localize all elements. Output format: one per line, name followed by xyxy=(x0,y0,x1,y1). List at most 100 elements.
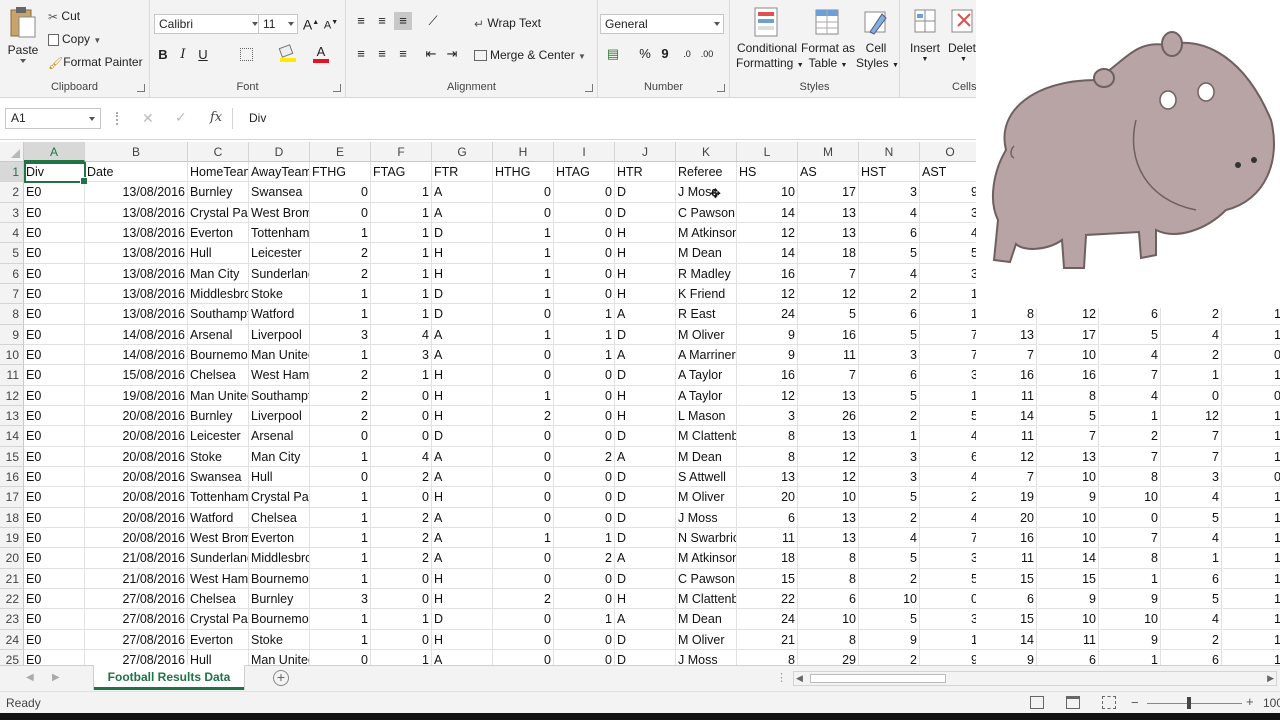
cell-extra[interactable]: 14 xyxy=(976,405,1037,427)
zoom-slider-thumb[interactable] xyxy=(1187,697,1191,709)
cell-c16[interactable]: Swansea xyxy=(188,466,249,488)
cell-d12[interactable]: Southampton xyxy=(249,385,310,406)
cell-o19[interactable]: 7 xyxy=(920,528,976,549)
cell-c25[interactable]: Hull xyxy=(188,649,249,665)
cell-m5[interactable]: 18 xyxy=(798,243,859,264)
cell-f20[interactable]: 2 xyxy=(371,548,432,569)
cell-l12[interactable]: 12 xyxy=(737,385,798,406)
cell-n2[interactable]: 3 xyxy=(859,182,920,203)
cell-f9[interactable]: 4 xyxy=(371,324,432,345)
cell-i6[interactable]: 0 xyxy=(554,263,615,284)
cell-n13[interactable]: 2 xyxy=(859,405,920,427)
cell-d22[interactable]: Burnley xyxy=(249,588,310,610)
scroll-left-icon[interactable]: ◀ xyxy=(796,673,803,684)
cell-c24[interactable]: Everton xyxy=(188,629,249,650)
cell-e22[interactable]: 3 xyxy=(310,588,371,610)
cell-extra[interactable]: 16 xyxy=(976,365,1037,386)
cell-d25[interactable]: Man United xyxy=(249,649,310,665)
cell-extra[interactable]: 13 xyxy=(976,324,1037,345)
cell-g2[interactable]: A xyxy=(432,182,493,203)
cell-e14[interactable]: 0 xyxy=(310,426,371,447)
cell-o15[interactable]: 6 xyxy=(920,447,976,467)
bold-button[interactable]: B xyxy=(154,46,172,64)
cell-b15[interactable]: 20/08/2016 xyxy=(85,446,188,467)
cell-h21[interactable]: 0 xyxy=(493,568,554,589)
cell-c19[interactable]: West Brom xyxy=(188,527,249,549)
dialog-launcher-icon[interactable] xyxy=(585,84,593,92)
cell-extra[interactable]: 1 xyxy=(1223,569,1280,589)
cell-l4[interactable]: 12 xyxy=(737,222,798,244)
cell-a12[interactable]: E0 xyxy=(24,385,85,406)
cell-a23[interactable]: E0 xyxy=(24,609,85,630)
cell-extra[interactable]: 1 xyxy=(1100,649,1161,665)
cell-i18[interactable]: 0 xyxy=(554,507,615,528)
cell-j7[interactable]: H xyxy=(615,283,676,305)
cell-b22[interactable]: 27/08/2016 xyxy=(85,588,188,610)
cell-l6[interactable]: 16 xyxy=(737,263,798,284)
zoom-in-icon[interactable]: + xyxy=(1246,694,1254,709)
column-header-k[interactable]: K xyxy=(676,142,737,162)
cell-g13[interactable]: H xyxy=(432,405,493,427)
cell-j4[interactable]: H xyxy=(615,222,676,244)
cell-extra[interactable]: 14 xyxy=(976,629,1037,650)
underline-button[interactable]: U xyxy=(194,46,212,64)
cell-d23[interactable]: Bournemouth xyxy=(249,609,310,630)
cell-i15[interactable]: 2 xyxy=(554,446,615,467)
cell-d14[interactable]: Arsenal xyxy=(249,426,310,447)
cell-l21[interactable]: 15 xyxy=(737,568,798,589)
cell-o18[interactable]: 4 xyxy=(920,508,976,528)
cell-extra[interactable]: 4 xyxy=(1100,344,1161,366)
cell-o5[interactable]: 5 xyxy=(920,243,976,264)
cell-e4[interactable]: 1 xyxy=(310,222,371,244)
cell-extra[interactable]: 7 xyxy=(1100,527,1161,549)
cell-b24[interactable]: 27/08/2016 xyxy=(85,629,188,650)
cell-a8[interactable]: E0 xyxy=(24,304,85,325)
cell-g12[interactable]: H xyxy=(432,385,493,406)
cell-n4[interactable]: 6 xyxy=(859,222,920,244)
cell-m3[interactable]: 13 xyxy=(798,202,859,223)
cell-g8[interactable]: D xyxy=(432,304,493,325)
cell-a3[interactable]: E0 xyxy=(24,202,85,223)
cell-j5[interactable]: H xyxy=(615,243,676,264)
cell-m23[interactable]: 10 xyxy=(798,609,859,630)
column-header-e[interactable]: E xyxy=(310,142,371,162)
insert-button[interactable]: Insert ▼ xyxy=(906,6,944,63)
cell-extra[interactable]: 9 xyxy=(1038,588,1099,610)
row-header-5[interactable]: 5 xyxy=(0,243,24,264)
cell-e13[interactable]: 2 xyxy=(310,405,371,427)
cell-i7[interactable]: 0 xyxy=(554,283,615,305)
cell-c3[interactable]: Crystal Palace xyxy=(188,202,249,223)
cell-i3[interactable]: 0 xyxy=(554,202,615,223)
shrink-font-icon[interactable]: A▼ xyxy=(322,14,340,32)
cell-e11[interactable]: 2 xyxy=(310,365,371,386)
cell-j20[interactable]: A xyxy=(615,548,676,569)
cell-a24[interactable]: E0 xyxy=(24,629,85,650)
add-sheet-icon[interactable]: + xyxy=(273,670,289,686)
cell-extra[interactable]: 1 xyxy=(1223,650,1280,665)
cell-extra[interactable]: 4 xyxy=(1100,385,1161,406)
cell-extra[interactable]: 8 xyxy=(1038,385,1099,406)
cell-d24[interactable]: Stoke xyxy=(249,629,310,650)
cell-k18[interactable]: J Moss xyxy=(676,507,737,528)
align-left-icon[interactable]: ≡ xyxy=(352,45,370,63)
cell-o16[interactable]: 4 xyxy=(920,467,976,488)
cell-c2[interactable]: Burnley xyxy=(188,182,249,203)
cell-d15[interactable]: Man City xyxy=(249,446,310,467)
cell-a11[interactable]: E0 xyxy=(24,365,85,386)
cell-f10[interactable]: 3 xyxy=(371,344,432,366)
cell-h22[interactable]: 2 xyxy=(493,588,554,610)
cell-o21[interactable]: 5 xyxy=(920,569,976,589)
cell-j19[interactable]: D xyxy=(615,527,676,549)
grow-font-icon[interactable]: A▲ xyxy=(302,14,320,33)
dialog-launcher-icon[interactable] xyxy=(717,84,725,92)
column-header-l[interactable]: L xyxy=(737,142,798,162)
cell-g22[interactable]: H xyxy=(432,588,493,610)
cell-f21[interactable]: 0 xyxy=(371,568,432,589)
conditional-formatting-button[interactable]: Conditional Formatting ▼ xyxy=(736,6,804,73)
cell-l11[interactable]: 16 xyxy=(737,365,798,386)
cell-l7[interactable]: 12 xyxy=(737,283,798,305)
cell-c23[interactable]: Crystal Palace xyxy=(188,609,249,630)
cell-d20[interactable]: Middlesbrough xyxy=(249,548,310,569)
cell-n14[interactable]: 1 xyxy=(859,426,920,447)
cell-e2[interactable]: 0 xyxy=(310,182,371,203)
